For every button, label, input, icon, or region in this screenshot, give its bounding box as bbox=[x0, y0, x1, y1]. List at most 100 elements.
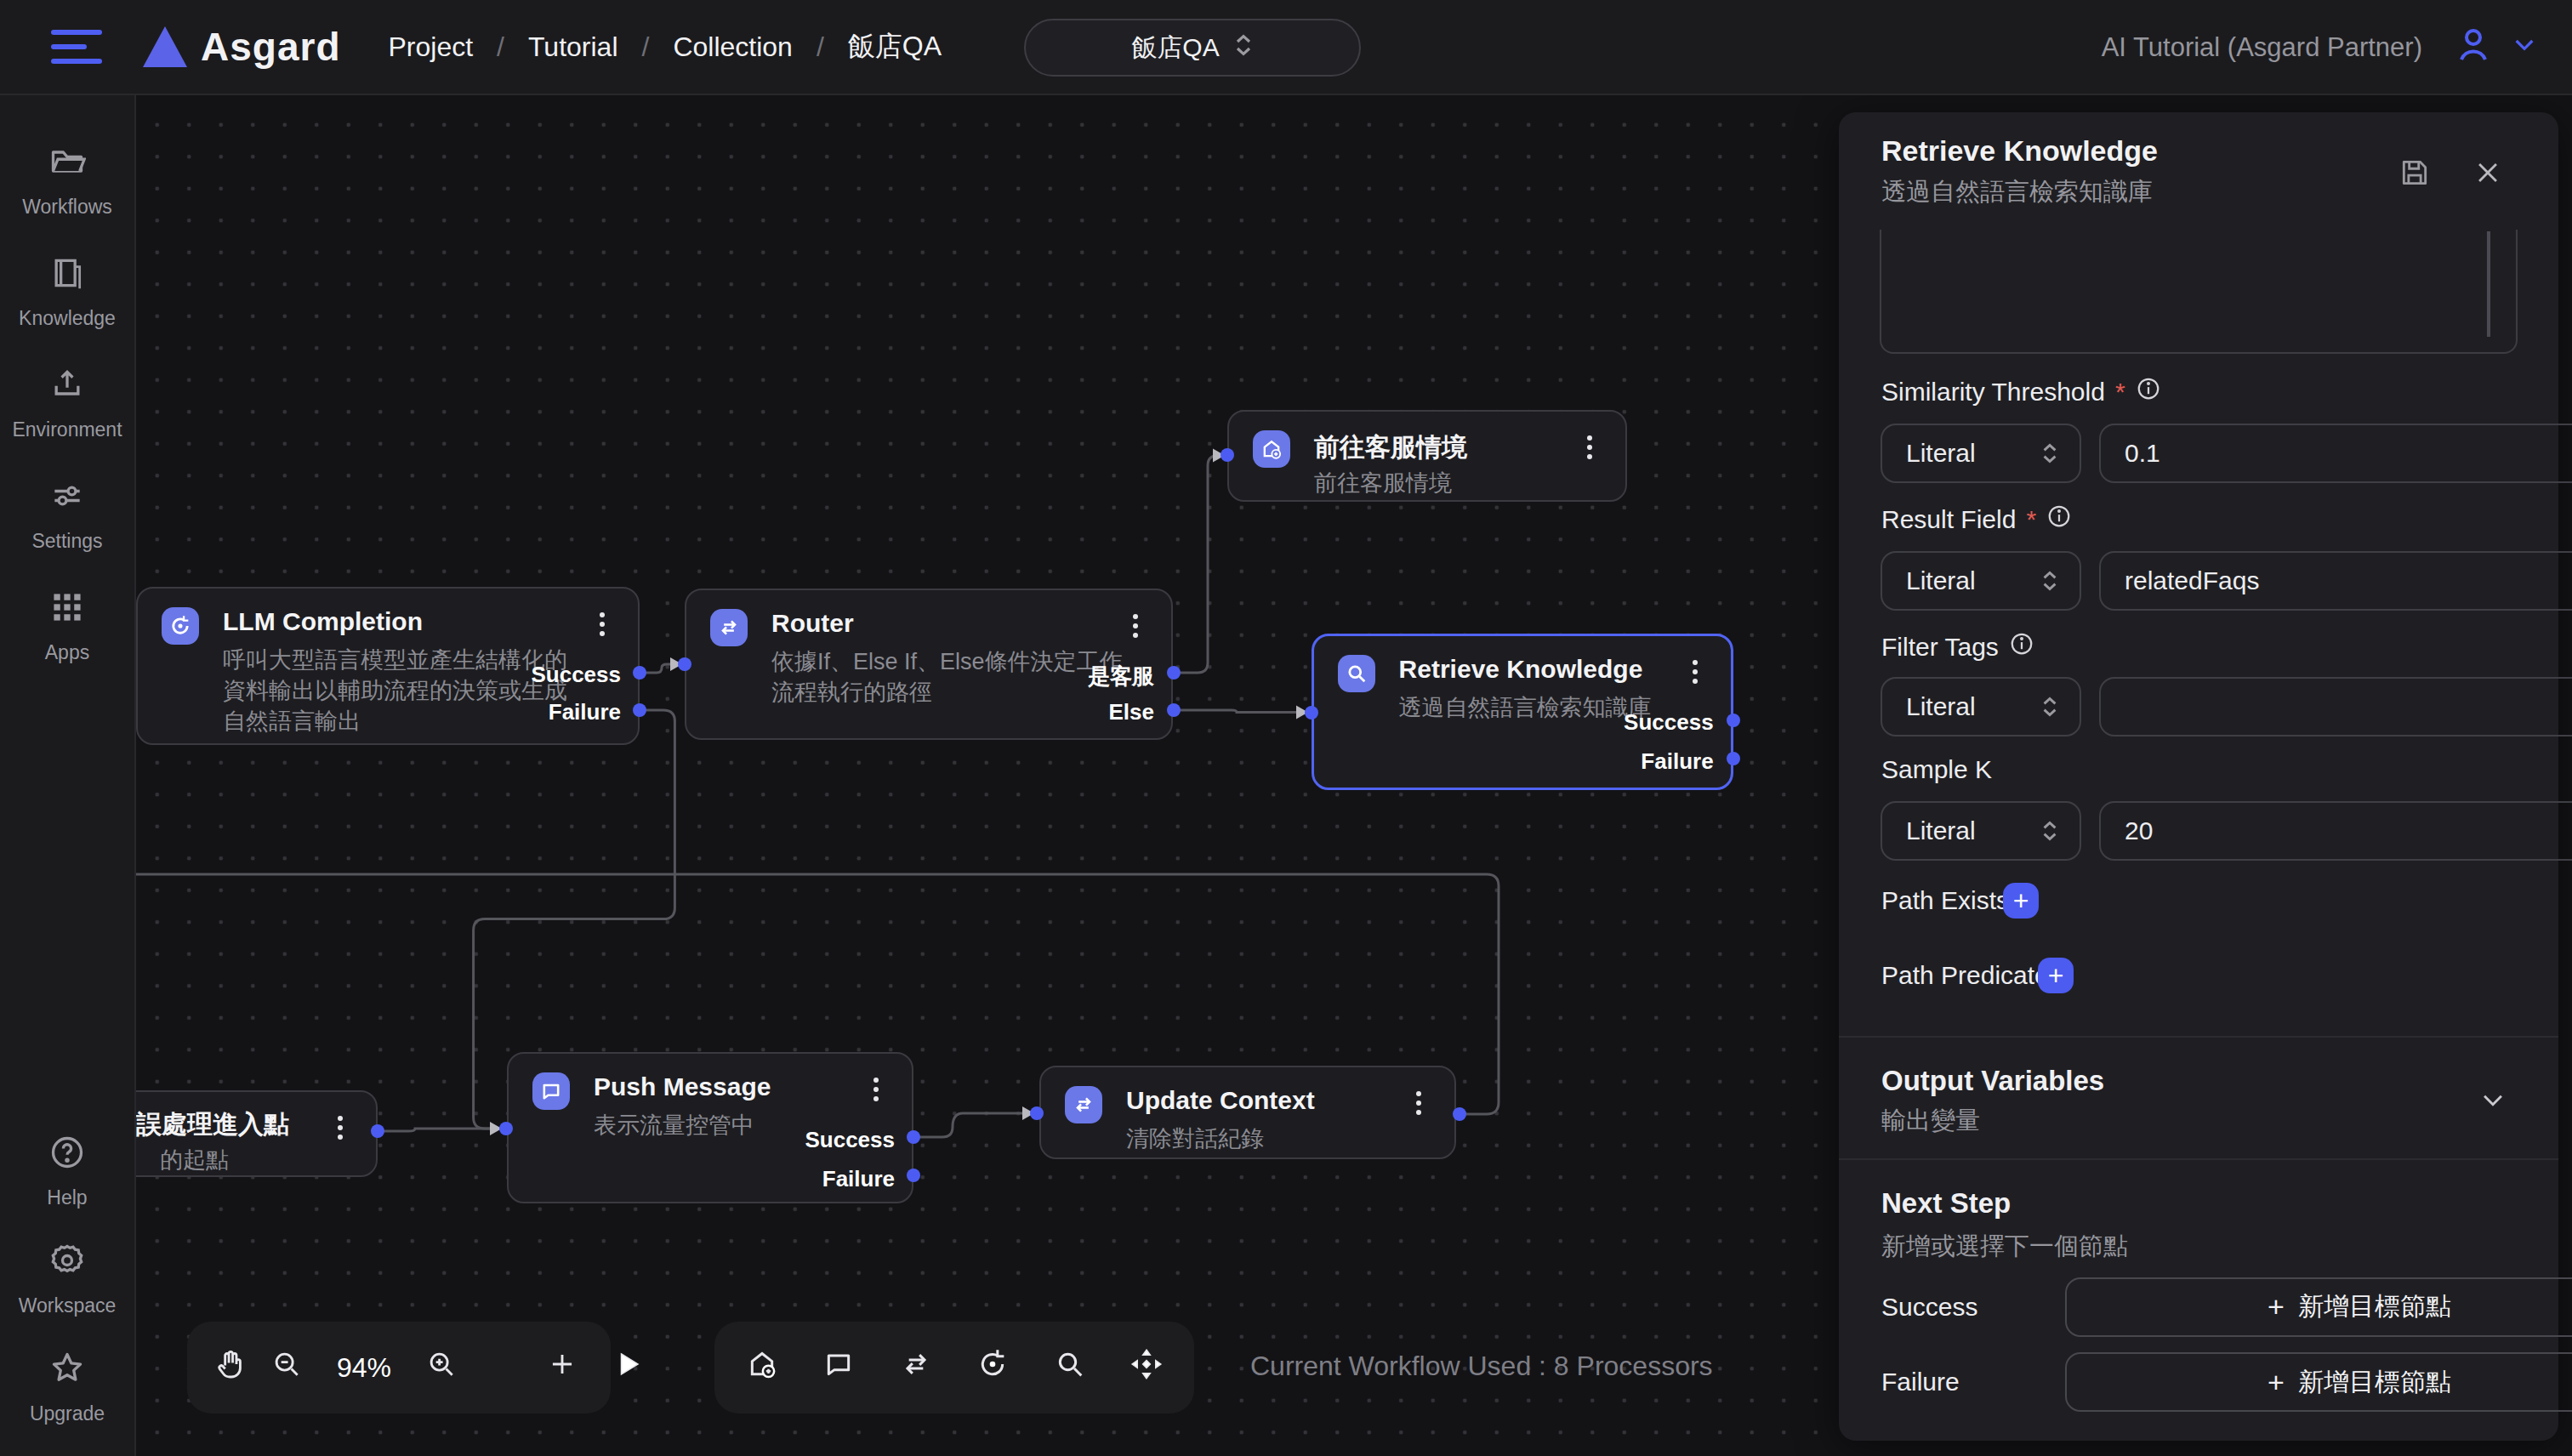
add-path-predicate-button[interactable]: + bbox=[2038, 958, 2074, 993]
collapse-chevron-icon[interactable] bbox=[2478, 1085, 2507, 1121]
value-input[interactable]: 20 bbox=[2099, 801, 2572, 861]
type-select[interactable]: Literal bbox=[1881, 551, 2081, 611]
scene-node-icon[interactable] bbox=[745, 1347, 779, 1388]
node-menu-icon[interactable] bbox=[1124, 607, 1147, 645]
query-textarea[interactable] bbox=[1880, 230, 2518, 354]
scene-icon bbox=[1253, 430, 1290, 468]
add-path-exists-button[interactable]: + bbox=[2003, 883, 2039, 919]
breadcrumb-tutorial[interactable]: Tutorial bbox=[528, 31, 618, 63]
info-icon[interactable] bbox=[2009, 631, 2034, 663]
update-context-icon bbox=[1065, 1086, 1102, 1123]
workspace-selector[interactable]: 飯店QA bbox=[1024, 19, 1361, 77]
port-retrieve-failure[interactable] bbox=[1727, 752, 1740, 765]
sidebar-item-environment[interactable]: Environment bbox=[0, 366, 135, 441]
node-menu-icon[interactable] bbox=[590, 606, 614, 643]
asgard-logo bbox=[143, 26, 187, 67]
brand-name: Asgard bbox=[201, 24, 340, 70]
user-icon[interactable] bbox=[2453, 24, 2494, 71]
sidebar-item-workflows[interactable]: Workflows bbox=[0, 143, 135, 219]
node-subtitle: 前往客服情境 bbox=[1314, 468, 1452, 498]
add-target-node-failure-button[interactable]: + 新增目標節點 bbox=[2065, 1352, 2572, 1412]
port-push-success[interactable] bbox=[907, 1130, 920, 1144]
field-label: Sample K bbox=[1881, 755, 1992, 784]
sidebar-item-settings[interactable]: Settings bbox=[0, 477, 135, 553]
node-menu-icon[interactable] bbox=[1407, 1084, 1431, 1122]
close-icon[interactable] bbox=[2473, 158, 2502, 194]
port-failure-label: Failure bbox=[822, 1166, 895, 1192]
search-node-icon[interactable] bbox=[1053, 1347, 1087, 1388]
node-llm-completion[interactable]: LLM Completion 呼叫大型語言模型並產生結構化的資料輸出以輔助流程的… bbox=[136, 587, 640, 745]
node-push-message[interactable]: Push Message 表示流量控管中 Success Failure bbox=[507, 1052, 913, 1203]
breadcrumb-collection[interactable]: Collection bbox=[673, 31, 793, 63]
sidebar-item-knowledge[interactable]: Knowledge bbox=[0, 254, 135, 330]
type-select[interactable]: Literal bbox=[1881, 677, 2081, 737]
add-node-icon[interactable] bbox=[546, 1348, 578, 1387]
port-update-input[interactable] bbox=[1030, 1106, 1044, 1120]
apps-icon bbox=[48, 589, 86, 633]
port-push-failure[interactable] bbox=[907, 1169, 920, 1182]
breadcrumb-current[interactable]: 飯店QA bbox=[848, 28, 942, 65]
add-target-node-success-button[interactable]: + 新增目標節點 bbox=[2065, 1277, 2572, 1337]
port-push-input[interactable] bbox=[499, 1122, 513, 1135]
port-iscs-label: 是客服 bbox=[1088, 662, 1154, 691]
menu-icon[interactable] bbox=[51, 30, 102, 64]
port-error-output[interactable] bbox=[371, 1124, 384, 1138]
info-icon[interactable] bbox=[2136, 376, 2161, 407]
node-goto-cs[interactable]: 前往客服情境 前往客服情境 bbox=[1227, 410, 1627, 502]
port-llm-failure[interactable] bbox=[633, 703, 646, 717]
port-retrieve-input[interactable] bbox=[1305, 706, 1318, 719]
node-subtitle: 表示流量控管中 bbox=[594, 1110, 754, 1140]
node-menu-icon[interactable] bbox=[1683, 653, 1707, 691]
sidebar-item-help[interactable]: Help bbox=[0, 1134, 135, 1209]
node-title: LLM Completion bbox=[223, 607, 423, 636]
node-retrieve-knowledge[interactable]: Retrieve Knowledge 透過自然語言檢索知識庫 Success F… bbox=[1312, 634, 1733, 790]
value-input[interactable]: 0.1 bbox=[2099, 424, 2572, 483]
node-title: Router bbox=[771, 609, 854, 638]
type-select[interactable]: Literal bbox=[1881, 424, 2081, 483]
port-llm-success[interactable] bbox=[633, 666, 646, 680]
account-chevron-icon[interactable] bbox=[2511, 31, 2538, 65]
node-menu-icon[interactable] bbox=[864, 1071, 888, 1108]
node-title: 誤處理進入點 bbox=[136, 1107, 289, 1142]
breadcrumb-project[interactable]: Project bbox=[388, 31, 473, 63]
value-input[interactable] bbox=[2099, 677, 2572, 737]
port-router-input[interactable] bbox=[678, 657, 691, 671]
port-success-label: Success bbox=[805, 1127, 895, 1153]
zoom-level: 94% bbox=[337, 1352, 391, 1384]
port-router-iscs[interactable] bbox=[1167, 666, 1181, 680]
star-icon bbox=[48, 1350, 86, 1394]
sidebar-item-workspace[interactable]: Workspace bbox=[0, 1242, 135, 1317]
node-config-panel: Retrieve Knowledge 透過自然語言檢索知識庫 Similarit… bbox=[1839, 112, 2558, 1441]
help-icon bbox=[48, 1134, 86, 1178]
port-router-else[interactable] bbox=[1167, 703, 1181, 717]
value-input[interactable]: relatedFaqs bbox=[2099, 551, 2572, 611]
knowledge-icon bbox=[48, 254, 86, 299]
port-failure-label: Failure bbox=[549, 699, 621, 725]
router-icon bbox=[710, 609, 748, 646]
port-update-output[interactable] bbox=[1453, 1107, 1466, 1121]
textarea-scrollbar[interactable] bbox=[2487, 231, 2490, 337]
move-tool-icon[interactable] bbox=[1130, 1347, 1164, 1388]
pan-tool-icon[interactable] bbox=[214, 1348, 247, 1387]
zoom-out-icon[interactable] bbox=[270, 1348, 303, 1387]
info-icon[interactable] bbox=[2046, 503, 2072, 535]
output-variables-title: Output Variables bbox=[1881, 1065, 2104, 1097]
llm-node-icon[interactable] bbox=[976, 1347, 1010, 1388]
settings-icon bbox=[48, 477, 86, 521]
sidebar-item-upgrade[interactable]: Upgrade bbox=[0, 1350, 135, 1425]
type-select[interactable]: Literal bbox=[1881, 801, 2081, 861]
port-retrieve-success[interactable] bbox=[1727, 714, 1740, 727]
router-node-icon[interactable] bbox=[899, 1347, 933, 1388]
node-menu-icon[interactable] bbox=[1578, 429, 1602, 466]
node-router[interactable]: Router 依據If、Else If、Else條件決定工作流程執行的路徑 是客… bbox=[685, 589, 1173, 740]
message-node-icon[interactable] bbox=[822, 1347, 856, 1388]
search-icon bbox=[1338, 655, 1375, 692]
run-workflow-icon[interactable] bbox=[612, 1349, 643, 1386]
node-menu-icon[interactable] bbox=[328, 1109, 352, 1146]
zoom-in-icon[interactable] bbox=[425, 1348, 458, 1387]
sidebar-item-apps[interactable]: Apps bbox=[0, 589, 135, 664]
save-icon[interactable] bbox=[2398, 156, 2431, 196]
node-title: Update Context bbox=[1126, 1086, 1315, 1115]
node-title: Push Message bbox=[594, 1072, 771, 1101]
node-update-context[interactable]: Update Context 清除對話紀錄 bbox=[1039, 1066, 1456, 1159]
